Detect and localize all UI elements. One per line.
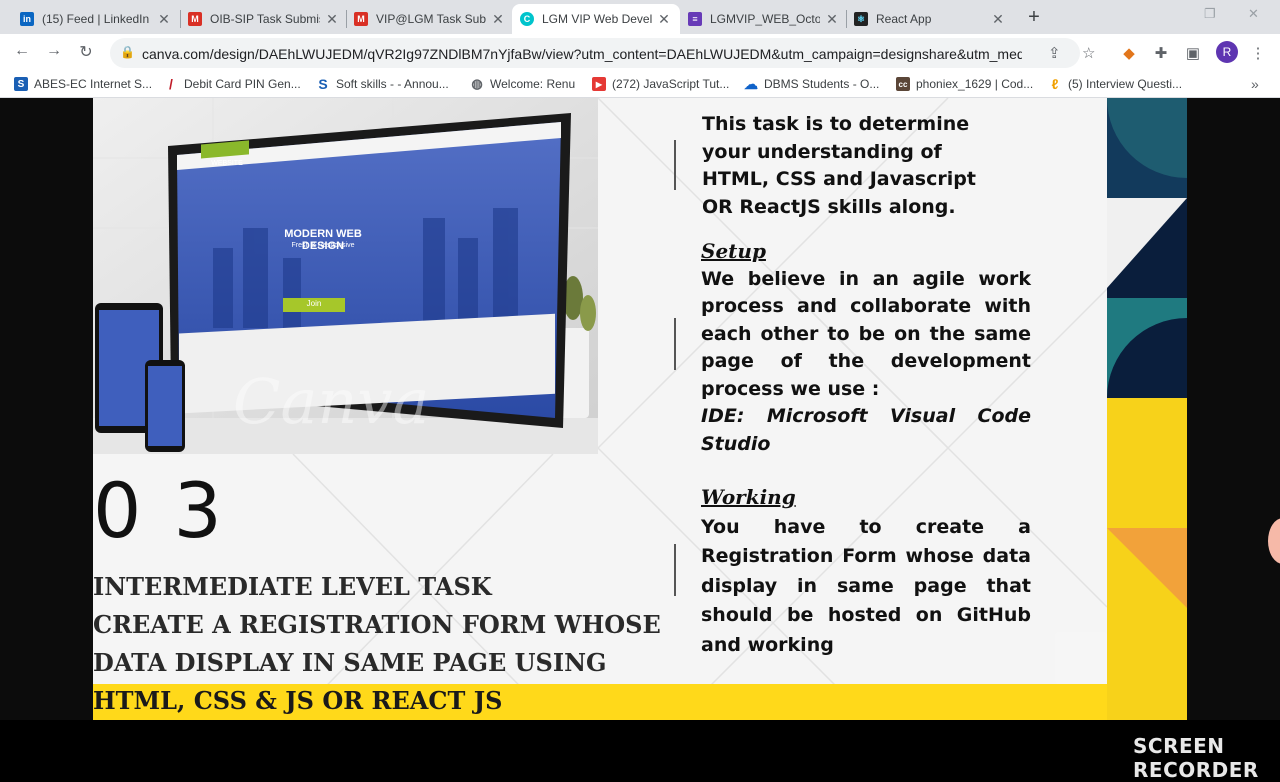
tab-title: React App [876, 12, 932, 26]
share-icon[interactable]: ⇪ [1048, 44, 1061, 62]
headline-line-1: INTERMEDIATE LEVEL TASK [93, 572, 492, 601]
screen-subtitle: Fresh & Responsive [291, 242, 355, 249]
new-tab-button[interactable]: + [1024, 6, 1044, 29]
bookmark-star-icon[interactable]: ☆ [1082, 44, 1095, 62]
browser-toolbar: ← → ↻ 🔒 canva.com/design/DAEhLWUJEDM/qVR… [0, 34, 1280, 72]
bookmark-interview-questions[interactable]: ℓ (5) Interview Questi... [1048, 76, 1183, 92]
bookmark-label: phoniex_1629 | Cod... [916, 77, 1034, 91]
tab-oib-sip[interactable]: M OIB-SIP Task Submission ✕ [180, 4, 348, 34]
setup-body: We believe in an agile work process and … [701, 267, 1031, 400]
setup-heading: Setup [701, 239, 766, 263]
onedrive-icon: ☁ [744, 75, 758, 92]
decorative-side-panel [1107, 98, 1187, 720]
headline-line-2: CREATE A REGISTRATION FORM WHOSE [93, 610, 661, 639]
recorder-line-2: RECORDER [1133, 758, 1259, 782]
maximize-icon[interactable]: ❐ [1204, 6, 1216, 22]
setup-ide: IDE: Microsoft Visual Code Studio [701, 405, 1031, 455]
task-intro: This task is to determine your understan… [702, 113, 976, 218]
side-panel-icon[interactable]: ▣ [1182, 44, 1204, 62]
tab-strip: in (15) Feed | LinkedIn ✕ M OIB-SIP Task… [0, 0, 1280, 34]
close-icon[interactable]: ✕ [324, 11, 340, 28]
screen-tag: WEBSITE [211, 160, 243, 167]
divider-line [674, 544, 676, 596]
setup-section: Setup We believe in an agile work proces… [701, 238, 1031, 458]
bookmark-codechef[interactable]: cc phoniex_1629 | Cod... [896, 77, 1033, 91]
canva-watermark: Canva [233, 365, 429, 438]
close-window-icon[interactable]: ✕ [1248, 6, 1259, 22]
tab-title: LGMVIP_WEB_October [710, 12, 820, 26]
screen-recorder-widget[interactable] [1055, 632, 1107, 684]
tab-title: LGM VIP Web Development [542, 12, 652, 26]
metamask-extension-icon[interactable]: ◆ [1118, 44, 1140, 62]
bookmark-label: ABES-EC Internet S... [34, 77, 153, 91]
bookmark-javascript-tutorial[interactable]: ▶ (272) JavaScript Tut... [592, 77, 729, 91]
gmail-icon: M [188, 12, 202, 26]
tab-linkedin[interactable]: in (15) Feed | LinkedIn ✕ [12, 4, 180, 34]
tab-react-app[interactable]: ⚛ React App ✕ [846, 4, 1014, 34]
bookmark-label: Welcome: Renu [490, 77, 576, 91]
monitor-mockup-image: Canva [93, 98, 598, 454]
floating-button[interactable] [1268, 518, 1280, 564]
bookmarks-overflow-icon[interactable]: » [1251, 76, 1259, 92]
url-text[interactable]: canva.com/design/DAEhLWUJEDM/qVR2Ig97ZND… [142, 46, 1022, 62]
bookmark-label: DBMS Students - O... [764, 77, 880, 91]
gmail-icon: M [354, 12, 368, 26]
react-icon: ⚛ [854, 12, 868, 26]
tab-vip-lgm[interactable]: M VIP@LGM Task Submission ✕ [346, 4, 514, 34]
pen-icon: / [169, 76, 173, 92]
divider-line [674, 318, 676, 370]
reload-icon[interactable]: ↻ [76, 42, 96, 62]
divider-line [674, 140, 676, 190]
tab-lgmvip-form[interactable]: ≡ LGMVIP_WEB_October ✕ [680, 4, 848, 34]
recorder-line-1: SCREEN [1133, 734, 1225, 758]
address-bar[interactable]: 🔒 canva.com/design/DAEhLWUJEDM/qVR2Ig97Z… [110, 38, 1095, 68]
bookmark-soft-skills[interactable]: S Soft skills - - Annou... [316, 76, 449, 92]
working-heading: Working [701, 485, 796, 509]
linkedin-icon: in [20, 12, 34, 26]
headline-line-4: HTML, CSS & JS OR REACT JS [93, 686, 503, 715]
screen-join-button-label: Join [306, 299, 322, 308]
bookmark-label: Debit Card PIN Gen... [184, 77, 301, 91]
slide: Canva MODERN WEB DESIGN Fresh & Responsi… [93, 98, 1107, 720]
hero-image: Canva MODERN WEB DESIGN Fresh & Responsi… [93, 98, 598, 454]
working-body: You have to create a Registration Form w… [701, 515, 1031, 656]
bookmark-welcome-renu[interactable]: ◍ Welcome: Renu [470, 76, 576, 91]
tab-lgm-vip-web[interactable]: C LGM VIP Web Development ✕ [512, 4, 680, 34]
close-icon[interactable]: ✕ [824, 11, 840, 28]
tab-title: OIB-SIP Task Submission [210, 12, 320, 26]
leetcode-icon: ℓ [1051, 76, 1059, 92]
close-icon[interactable]: ✕ [156, 11, 172, 28]
bookmark-label: (5) Interview Questi... [1068, 77, 1183, 91]
forms-icon: ≡ [688, 12, 702, 26]
forward-icon[interactable]: → [44, 42, 64, 60]
close-icon[interactable]: ✕ [990, 11, 1006, 28]
screen-recorder-watermark: SCREEN RECORDER [1133, 734, 1259, 782]
lock-icon[interactable]: 🔒 [120, 45, 135, 59]
back-icon[interactable]: ← [12, 42, 32, 60]
youtube-icon: ▶ [592, 77, 606, 91]
close-icon[interactable]: ✕ [490, 11, 506, 28]
menu-kebab-icon[interactable]: ⋮ [1247, 44, 1269, 62]
tab-title: (15) Feed | LinkedIn [42, 12, 150, 26]
tab-title: VIP@LGM Task Submission [376, 12, 486, 26]
skype-icon: S [318, 76, 328, 92]
bookmark-abes[interactable]: S ABES-EC Internet S... [14, 77, 152, 91]
close-icon[interactable]: ✕ [656, 11, 672, 28]
working-section: Working You have to create a Registratio… [701, 483, 1031, 660]
extensions-puzzle-icon[interactable]: ✚ [1150, 44, 1172, 62]
bookmarks-bar: S ABES-EC Internet S... / Debit Card PIN… [0, 72, 1280, 98]
slide-number: 0 3 [93, 466, 226, 555]
bookmark-dbms-students[interactable]: ☁ DBMS Students - O... [744, 75, 880, 92]
bookmark-label: (272) JavaScript Tut... [612, 77, 730, 91]
abes-icon: S [14, 77, 28, 91]
codechef-icon: cc [896, 77, 910, 91]
canva-icon: C [520, 12, 534, 26]
avatar[interactable]: R [1216, 41, 1238, 63]
canva-viewer: Canva MODERN WEB DESIGN Fresh & Responsi… [0, 98, 1280, 782]
bookmark-label: Soft skills - - Annou... [336, 77, 449, 91]
globe-icon: ◍ [471, 76, 483, 91]
bookmark-debit-card[interactable]: / Debit Card PIN Gen... [164, 76, 301, 92]
headline-line-3: DATA DISPLAY IN SAME PAGE USING [93, 648, 607, 677]
